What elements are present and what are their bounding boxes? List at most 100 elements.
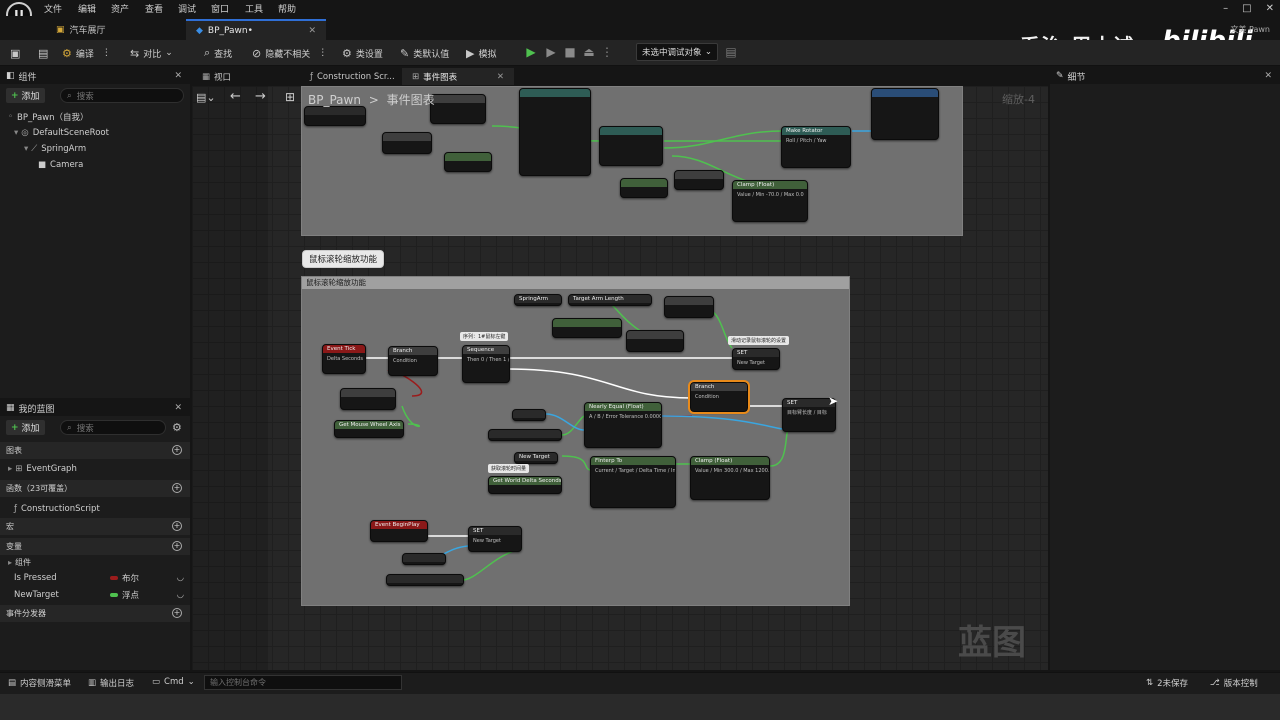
close-icon[interactable]: ✕: [174, 71, 182, 81]
forward-arrow-icon[interactable]: →: [255, 89, 266, 104]
tab-construction-script[interactable]: ƒ Construction Scr...: [300, 68, 405, 85]
settings-gear-icon[interactable]: ⚙: [172, 421, 182, 434]
close-icon[interactable]: ✕: [174, 403, 182, 413]
top-node-make-rotator[interactable]: Make Rotator Roll / Pitch / Yaw: [781, 126, 851, 168]
tab-bp-pawn[interactable]: ◆ BP_Pawn• ✕: [186, 19, 326, 40]
node-spring-arm-a[interactable]: SpringArm: [514, 294, 562, 306]
node-mouse-wheel-b[interactable]: [552, 318, 622, 338]
menu-debug[interactable]: 调试: [178, 2, 196, 15]
find-button[interactable]: ⌕ 查找: [204, 45, 232, 61]
menu-tools[interactable]: 工具: [245, 2, 263, 15]
graph-menu-icon[interactable]: ▤⌄: [196, 91, 216, 104]
diff-button[interactable]: ⇆ 对比 ⌄: [130, 45, 173, 61]
components-search-input[interactable]: ⌕ 搜索: [60, 88, 184, 103]
top-node-compare[interactable]: [382, 132, 432, 154]
node-set-c[interactable]: SET New Target: [468, 526, 522, 552]
close-icon[interactable]: ✕: [1266, 3, 1274, 14]
add-macro-icon[interactable]: +: [172, 521, 182, 531]
menu-edit[interactable]: 编辑: [78, 2, 96, 15]
tree-item-bp-pawn[interactable]: ◦ BP_Pawn（自我）: [0, 109, 190, 125]
node-spring-arm-c[interactable]: [402, 553, 446, 565]
node-finterp[interactable]: FInterp To Current / Target / Delta Time…: [590, 456, 676, 508]
menu-window[interactable]: 窗口: [211, 2, 229, 15]
node-target-arm-a[interactable]: Target Arm Length: [568, 294, 652, 306]
class-settings-button[interactable]: ⚙ 类设置: [342, 45, 383, 61]
hide-unrelated-button[interactable]: ⊘ 隐藏不相关 ⋮: [252, 45, 327, 61]
event-graph-canvas[interactable]: 鼠标滚轮缩放功能 鼠标滚轮缩放功能 Make Rotator Roll / Pi…: [192, 86, 1048, 670]
set-comment[interactable]: 滑动记录鼠标滚轮的设置: [728, 336, 790, 345]
section-macros[interactable]: 宏 +: [0, 518, 190, 535]
add-variable-icon[interactable]: +: [172, 541, 182, 551]
save-icon[interactable]: ▣: [10, 45, 20, 61]
menu-assets[interactable]: 资产: [111, 2, 129, 15]
menu-view[interactable]: 查看: [145, 2, 163, 15]
menu-help[interactable]: 帮助: [278, 2, 296, 15]
top-node-branch[interactable]: [430, 94, 486, 124]
section-functions[interactable]: 函数（23可覆盖） +: [0, 480, 190, 497]
tab-event-graph[interactable]: ⊞ 事件图表 ✕: [402, 68, 514, 85]
eye-icon[interactable]: ◡: [177, 590, 184, 600]
top-node-mouse-y[interactable]: [444, 152, 492, 172]
top-node-set-rotation[interactable]: [871, 88, 939, 140]
node-mouse-wheel-a[interactable]: Get Mouse Wheel Axis: [334, 420, 404, 438]
section-variables[interactable]: 变量 +: [0, 538, 190, 555]
tree-item-camera[interactable]: ■ Camera: [0, 157, 190, 173]
top-node-multiply[interactable]: [674, 170, 724, 190]
eye-icon[interactable]: ◡: [177, 573, 184, 583]
play-options-icon[interactable]: ⋮: [600, 45, 614, 59]
close-icon[interactable]: ✕: [1264, 71, 1272, 81]
source-control-button[interactable]: ⎇ 版本控制: [1210, 677, 1258, 689]
variable-is-pressed[interactable]: Is Pressed 布尔 ◡: [0, 569, 190, 586]
debug-target-select[interactable]: 未选中调试对象 ⌄: [636, 43, 718, 61]
node-new-target-get[interactable]: New Target: [514, 452, 558, 464]
unsaved-button[interactable]: ⇅ 2未保存: [1146, 677, 1188, 689]
eject-icon[interactable]: ⏏: [582, 45, 596, 59]
top-node-clamp[interactable]: Clamp (Float) Value / Min -70.0 / Max 0.…: [732, 180, 808, 222]
tree-item-spring-arm[interactable]: ▾ ⟋ SpringArm: [0, 141, 190, 157]
top-node-break-rotator[interactable]: [599, 126, 663, 166]
add-member-button[interactable]: + 添加: [6, 420, 45, 435]
my-blueprint-search-input[interactable]: ⌕ 搜索: [60, 420, 166, 435]
class-defaults-button[interactable]: ✎ 类默认值: [400, 45, 449, 61]
maximize-icon[interactable]: □: [1242, 3, 1251, 14]
menu-file[interactable]: 文件: [44, 2, 62, 15]
back-arrow-icon[interactable]: ←: [230, 89, 241, 104]
tab-close-icon[interactable]: ✕: [497, 72, 504, 82]
function-item-construction-script[interactable]: ƒ ConstructionScript: [0, 500, 190, 517]
play-icon[interactable]: ▶: [524, 45, 538, 59]
node-branch-a[interactable]: Branch Condition: [388, 346, 438, 376]
minimize-icon[interactable]: –: [1223, 3, 1228, 14]
add-function-icon[interactable]: +: [172, 483, 182, 493]
add-graph-icon[interactable]: +: [172, 445, 182, 455]
top-node-arm[interactable]: [304, 106, 366, 126]
graph-item-eventgraph[interactable]: ▸ ⊞ EventGraph: [0, 460, 190, 477]
node-branch-b[interactable]: Branch Condition: [688, 380, 750, 414]
cmd-button[interactable]: ▭ Cmd ⌄: [152, 677, 195, 687]
debug-filter-icon[interactable]: ▤: [724, 45, 738, 59]
delta-comment[interactable]: 获取滚轮时间量: [488, 464, 530, 473]
node-sequence[interactable]: Sequence Then 0 / Then 1 / 添加引脚: [462, 345, 510, 383]
console-command-input[interactable]: 输入控制台命令: [204, 675, 402, 690]
variable-new-target[interactable]: NewTarget 浮点 ◡: [0, 586, 190, 603]
output-log-button[interactable]: ▥ 输出日志: [88, 677, 134, 689]
section-event-dispatchers[interactable]: 事件分发器 +: [0, 605, 190, 622]
node-clamp[interactable]: Clamp (Float) Value / Min 300.0 / Max 12…: [690, 456, 770, 500]
compile-button[interactable]: ⚙ 编译 ⋮: [62, 45, 111, 61]
content-drawer-button[interactable]: ▤ 内容侧滑菜单: [8, 677, 71, 689]
tab-close-icon[interactable]: ✕: [308, 26, 316, 36]
add-component-button[interactable]: + 添加: [6, 88, 45, 103]
section-graphs[interactable]: 图表 +: [0, 442, 190, 459]
breadcrumb-root[interactable]: BP_Pawn: [308, 93, 361, 107]
node-nearly-equal[interactable]: Nearly Equal (Float) A / B / Error Toler…: [584, 402, 662, 448]
node-event-tick[interactable]: Event Tick Delta Seconds: [322, 344, 366, 374]
stop-icon[interactable]: ■: [563, 45, 577, 59]
node-compare-a[interactable]: [340, 388, 396, 410]
add-dispatcher-icon[interactable]: +: [172, 608, 182, 618]
node-world-delta[interactable]: Get World Delta Seconds: [488, 476, 562, 494]
tab-car-showroom[interactable]: ▣ 汽车展厅: [46, 19, 116, 40]
node-target-arm-c[interactable]: [386, 574, 464, 586]
top-node-add-rotation[interactable]: [519, 88, 591, 176]
step-icon[interactable]: ▶: [544, 45, 558, 59]
node-event-beginplay[interactable]: Event BeginPlay: [370, 520, 428, 542]
tree-item-default-scene-root[interactable]: ▾ ◎ DefaultSceneRoot: [0, 125, 190, 141]
